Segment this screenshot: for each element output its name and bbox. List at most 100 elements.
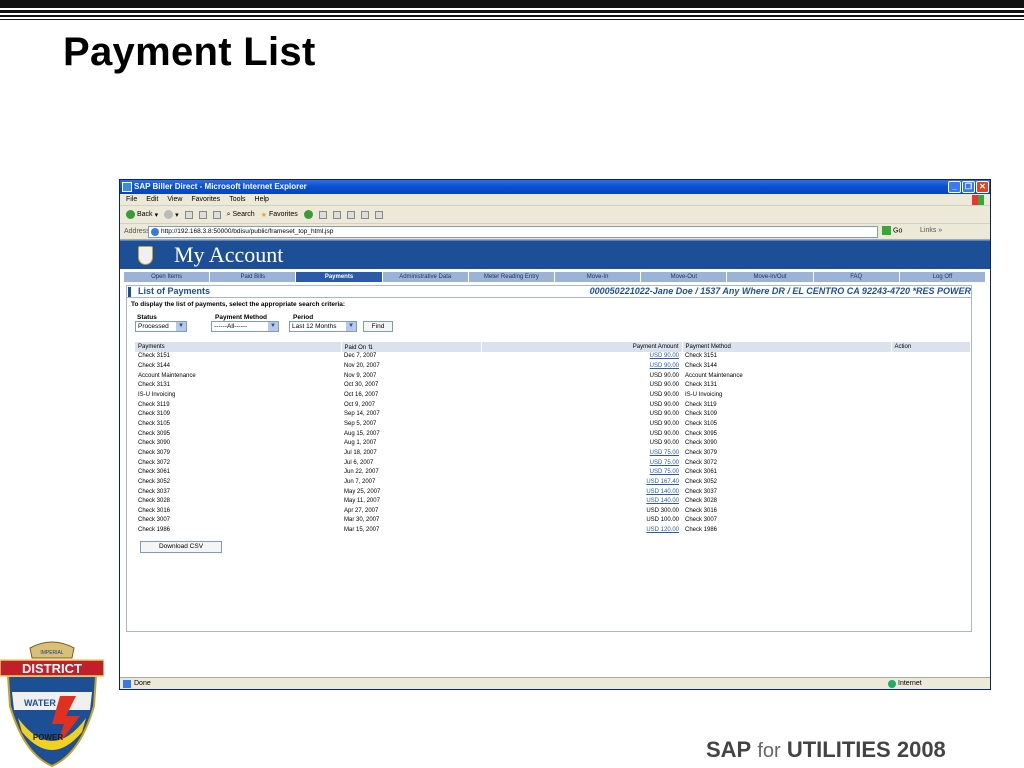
amount-link[interactable]: USD 90.00 [650,363,679,369]
stop-icon[interactable] [184,210,193,219]
find-button[interactable]: Find [363,321,393,332]
back-button[interactable]: Back ▾ [126,210,158,219]
payment-cell: Check 3105 [138,420,171,427]
payments-panel: List of Payments 000050221022-Jane Doe /… [126,285,972,632]
menu-tools[interactable]: Tools [229,196,245,203]
favorites-button[interactable]: ★ Favorites [261,211,298,219]
shield-logo-icon [138,246,153,265]
tab-faq[interactable]: FAQ [814,272,900,282]
menu-view[interactable]: View [167,196,182,203]
amount-cell: USD 90.00 [649,391,679,398]
action-cell [891,507,971,517]
mail-icon[interactable] [332,210,341,219]
table-row: Account Maintenance Nov 9, 2007 USD 90.00 A… [135,371,971,381]
method-cell: Check 3016 [685,507,718,514]
tab-meter-reading-entry[interactable]: Meter Reading Entry [469,272,556,282]
action-cell [891,526,971,536]
window-titlebar[interactable]: SAP Biller Direct - Microsoft Internet E… [120,180,990,194]
menu-file[interactable]: File [126,196,137,203]
media-icon[interactable] [303,210,313,219]
table-row: Check 3109 Sep 14, 2007 USD 90.00 Check 310… [135,410,971,420]
instruction-text: To display the list of payments, select … [131,301,346,308]
amount-cell: USD 90.00 [649,411,679,418]
links-button[interactable]: Links » [920,227,942,234]
refresh-icon[interactable] [198,210,207,219]
payment-cell: Check 3016 [138,507,171,514]
method-cell: Check 3131 [685,382,718,389]
star-icon: ★ [260,211,267,219]
col-payment-amount[interactable]: Payment Amount [481,342,683,352]
col-payments[interactable]: Payments [135,342,342,352]
tab-payments[interactable]: Payments [296,272,383,282]
action-cell [891,381,971,391]
col-payment-method[interactable]: Payment Method [682,342,892,352]
table-row: Check 3151 Dec 7, 2007 USD 90.00 Check 3151 [135,352,971,362]
period-select[interactable]: Last 12 Months ▼ [289,321,357,332]
restore-button[interactable]: ❐ [962,181,975,193]
forward-arrow-icon [164,210,174,219]
menu-favorites[interactable]: Favorites [191,196,220,203]
tab-administrative-data[interactable]: Administrative Data [383,272,469,282]
payment-cell: Check 3144 [138,362,171,369]
col-action[interactable]: Action [891,342,971,352]
action-cell [891,439,971,449]
table-row: Check 3037 May 25, 2007 USD 140.00 Check 30… [135,487,971,497]
page-content: My Account Open Items Paid Bills Payments A… [120,240,990,677]
amount-cell: USD 90.00 [649,420,679,427]
amount-link[interactable]: USD 75.00 [650,450,679,456]
col-paid-on[interactable]: Paid On ⇅ [341,342,482,352]
payments-table: Payments Paid On ⇅ Payment Amount Paymen… [135,342,971,535]
tab-move-in-out[interactable]: Move-In/Out [727,272,814,282]
menu-edit[interactable]: Edit [146,196,158,203]
payment-cell: Check 3052 [138,478,171,485]
amount-cell: USD 140.00 [481,487,682,497]
address-input[interactable]: http://192.168.3.8:50000/bdisu/public/fr… [148,226,878,238]
amount-link[interactable]: USD 167.40 [646,479,679,485]
payment-cell: Check 3079 [138,449,171,456]
folder-icon[interactable] [374,210,383,219]
method-cell: Check 1986 [685,527,718,534]
home-icon[interactable] [212,210,221,219]
ie-app-icon [122,182,132,192]
amount-link[interactable]: USD 140.00 [646,498,679,504]
amount-cell: USD 90.00 [649,401,679,408]
paid-on-cell: Jun 22, 2007 [344,469,379,476]
amount-cell: USD 120.00 [481,526,682,536]
download-csv-button[interactable]: Download CSV [140,541,222,553]
status-select[interactable]: Processed ▼ [135,321,187,332]
method-cell: Check 3072 [685,459,718,466]
history-icon[interactable] [318,210,327,219]
amount-link[interactable]: USD 140.00 [646,489,679,495]
tab-log-off[interactable]: Log Off [900,272,987,282]
sort-icon: ⇅ [367,344,373,351]
go-button[interactable]: Go [882,226,902,235]
tab-open-items[interactable]: Open Items [124,272,211,282]
tab-move-in[interactable]: Move-In [555,272,642,282]
paid-on-cell: Aug 1, 2007 [344,440,377,447]
forward-button[interactable]: ▾ [164,210,179,219]
menu-help[interactable]: Help [255,196,269,203]
table-row: Check 3144 Nov 20, 2007 USD 90.00 Check 314… [135,362,971,372]
table-row: Check 3028 May 11, 2007 USD 140.00 Check 30… [135,497,971,507]
search-button[interactable]: ⌕ Search [227,211,255,219]
amount-link[interactable]: USD 120.00 [646,527,679,533]
paid-on-cell: May 11, 2007 [344,498,380,505]
amount-link[interactable]: USD 90.00 [650,353,679,359]
table-header-row: Payments Paid On ⇅ Payment Amount Paymen… [135,342,971,352]
close-button[interactable]: ✕ [976,181,989,193]
amount-link[interactable]: USD 75.00 [650,460,679,466]
amount-link[interactable]: USD 75.00 [650,469,679,475]
payment-method-select[interactable]: ------All------ ▼ [211,321,279,332]
action-cell [891,468,971,478]
edit-icon[interactable] [360,210,369,219]
print-icon[interactable] [346,210,355,219]
amount-cell: USD 75.00 [481,458,682,468]
paid-on-cell: Oct 9, 2007 [344,401,376,408]
tab-move-out[interactable]: Move-Out [641,272,728,282]
tab-paid-bills[interactable]: Paid Bills [210,272,297,282]
account-info: 000050221022-Jane Doe / 1537 Any Where D… [589,286,971,296]
minimize-button[interactable]: _ [948,181,961,193]
table-row: Check 3095 Aug 15, 2007 USD 90.00 Check 309… [135,429,971,439]
main-tabs: Open Items Paid Bills Payments Administrati… [124,272,987,282]
browser-toolbar: Back ▾ ▾ ⌕ Search ★ Favorites [120,206,990,224]
